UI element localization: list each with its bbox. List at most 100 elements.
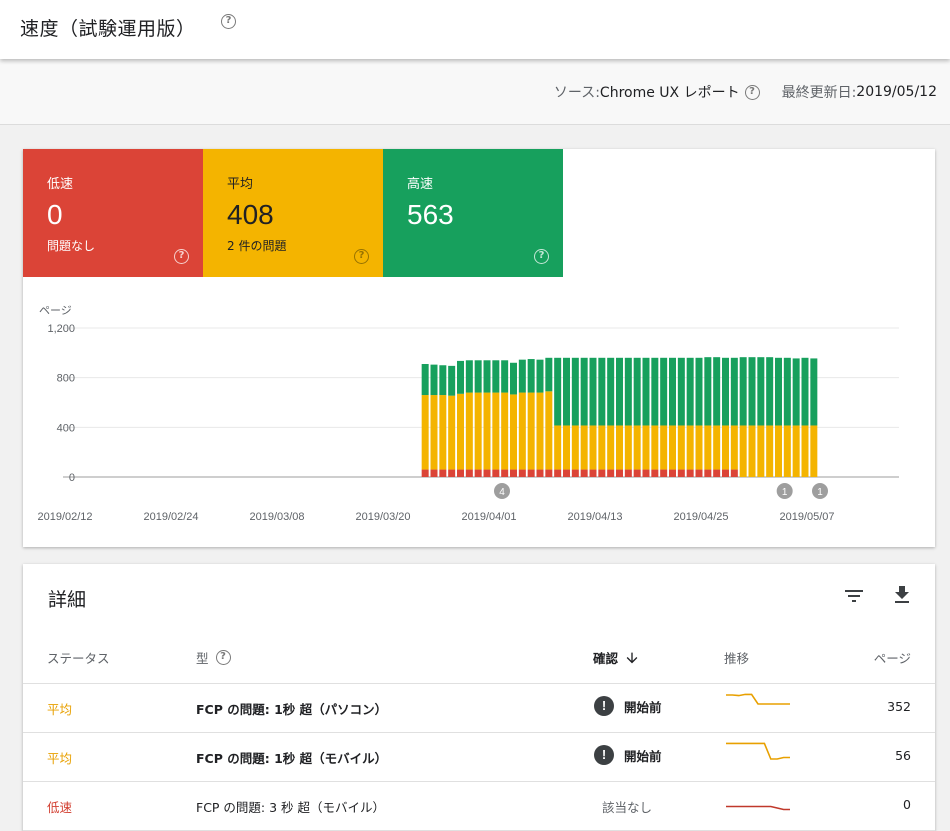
exclamation-icon: !	[594, 745, 614, 765]
col-status[interactable]: ステータス	[47, 648, 110, 667]
chart-bar-segment	[527, 469, 535, 477]
chart-bar-segment	[730, 357, 738, 426]
chart-bar-segment	[775, 357, 782, 426]
chart-bar-segment	[757, 425, 765, 477]
chart-bar-segment	[589, 425, 597, 470]
chart-bar-segment	[677, 469, 685, 477]
chart-bar-segment	[616, 469, 623, 477]
y-tick-label: 0	[69, 472, 75, 484]
chart-bar-segment	[748, 357, 756, 426]
col-pages[interactable]: ページ	[874, 648, 911, 667]
chart-bar-segment	[545, 391, 553, 470]
chart-bar-segment	[545, 469, 553, 477]
x-tick-label: 2019/03/08	[249, 511, 304, 523]
chart-bar-segment	[563, 357, 570, 426]
chart-bar-segment	[457, 469, 464, 477]
col-confirm[interactable]: 確認	[593, 648, 640, 667]
pages-stacked-bar-chart[interactable]: ページ 0 400 800 1,200 2019/02/12 2019/02/24 2019/…	[23, 149, 935, 547]
chart-bar-segment	[483, 360, 491, 393]
table-row[interactable]: 平均 FCP の問題: 1秒 超（モバイル） ! 開始前 56	[23, 733, 935, 782]
chart-bar-segment	[730, 425, 738, 470]
chart-bar-segment	[518, 359, 526, 393]
chart-bar-segment	[810, 358, 818, 426]
chart-bar-segment	[563, 425, 570, 470]
chart-bar-segment	[510, 362, 517, 395]
row-confirm: ! 開始前	[594, 745, 662, 765]
trend-sparkline	[726, 742, 790, 760]
chart-bar-segment	[439, 395, 447, 470]
row-type: FCP の問題: 1秒 超（モバイル）	[196, 751, 388, 766]
chart-bar-segment	[801, 425, 809, 477]
chart-bar-segment	[501, 392, 509, 470]
col-type[interactable]: 型 ?	[196, 648, 231, 667]
help-circle-icon[interactable]: ?	[221, 14, 236, 29]
details-title: 詳細	[48, 589, 87, 611]
arrow-down-icon	[626, 652, 638, 663]
updated-value: 2019/05/12	[856, 84, 937, 100]
annotation-label: 4	[499, 487, 505, 498]
table-row[interactable]: 低速 FCP の問題: 3 秒 超（モバイル） 該当なし 0	[23, 782, 935, 831]
help-circle-icon[interactable]: ?	[744, 84, 760, 100]
top-bar: 速度（試験運用版） ?	[0, 0, 950, 59]
source-line: ソース: Chrome UX レポート ? 最終更新日: 2019/05/12	[554, 82, 937, 102]
chart-bar-segment	[713, 357, 721, 426]
chart-bar-segment	[580, 469, 588, 477]
y-tick-label: 800	[57, 373, 75, 385]
chart-bar-segment	[536, 469, 544, 477]
source-value: Chrome UX レポート	[599, 85, 740, 101]
chart-bar-segment	[598, 357, 606, 426]
download-icon[interactable]	[890, 583, 914, 607]
chart-bar-segment	[474, 469, 482, 477]
filter-icon[interactable]	[842, 584, 866, 608]
sparkline-path	[726, 805, 790, 811]
chart-bar-segment	[421, 395, 429, 470]
row-status: 低速	[47, 800, 73, 815]
chart-bar-segment	[492, 469, 500, 477]
chart-bar-segment	[686, 357, 694, 426]
overview-card: 低速 0 問題なし ? 平均 408 2 件の問題 ? 高速 563 ? ページ…	[23, 149, 935, 547]
chart-bar-segment	[527, 392, 535, 470]
chart-bar-segment	[660, 357, 668, 426]
chart-bar-segment	[686, 425, 694, 470]
chart-bar-segment	[448, 395, 456, 470]
chart-bar-segment	[474, 392, 482, 470]
trend-sparkline	[726, 693, 790, 705]
chart-bar-segment	[501, 360, 509, 393]
row-confirm: 該当なし	[602, 800, 653, 815]
y-tick-label: 400	[57, 422, 75, 434]
chart-bar-segment	[686, 469, 694, 477]
chart-bar-segment	[783, 425, 791, 477]
page-title: 速度（試験運用版）	[20, 18, 196, 40]
chart-bar-segment	[545, 357, 553, 392]
y-axis-label: ページ	[39, 304, 72, 317]
chart-bar-segment	[430, 364, 438, 396]
chart-bar-segment	[660, 425, 668, 470]
chart-bar-segment	[448, 469, 456, 477]
chart-bar-segment	[757, 357, 765, 426]
chart-bar-segment	[642, 469, 650, 477]
chart-bar-segment	[669, 425, 676, 470]
chart-bar-segment	[739, 425, 747, 477]
row-status: 平均	[47, 702, 73, 717]
trend-sparkline	[726, 805, 790, 811]
help-circle-icon[interactable]: ?	[215, 650, 231, 665]
table-row[interactable]: 平均 FCP の問題: 1秒 超（パソコン） ! 開始前 352	[23, 684, 935, 733]
chart-bar-segment	[633, 425, 641, 470]
chart-bar-segment	[810, 425, 818, 477]
chart-bar-segment	[518, 469, 526, 477]
chart-bar-segment	[730, 469, 738, 477]
chart-bar-segment	[792, 358, 800, 426]
x-tick-label: 2019/04/13	[567, 511, 622, 523]
chart-bar-segment	[739, 357, 747, 426]
chart-bar-segment	[474, 360, 482, 393]
chart-bar-segment	[571, 469, 579, 477]
chart-bar-segment	[713, 469, 721, 477]
row-pages: 56	[895, 748, 911, 763]
chart-bar-segment	[669, 469, 676, 477]
x-tick-label: 2019/02/12	[37, 511, 92, 523]
chart-bar-segment	[580, 357, 588, 426]
exclamation-icon: !	[594, 696, 614, 716]
chart-bar-segment	[571, 357, 579, 426]
chart-bar-segment	[554, 469, 562, 477]
details-card: 詳細 ステータス 型 ? 確認 推移 ページ 平均 FCP の問題: 1秒 超（…	[23, 564, 935, 831]
